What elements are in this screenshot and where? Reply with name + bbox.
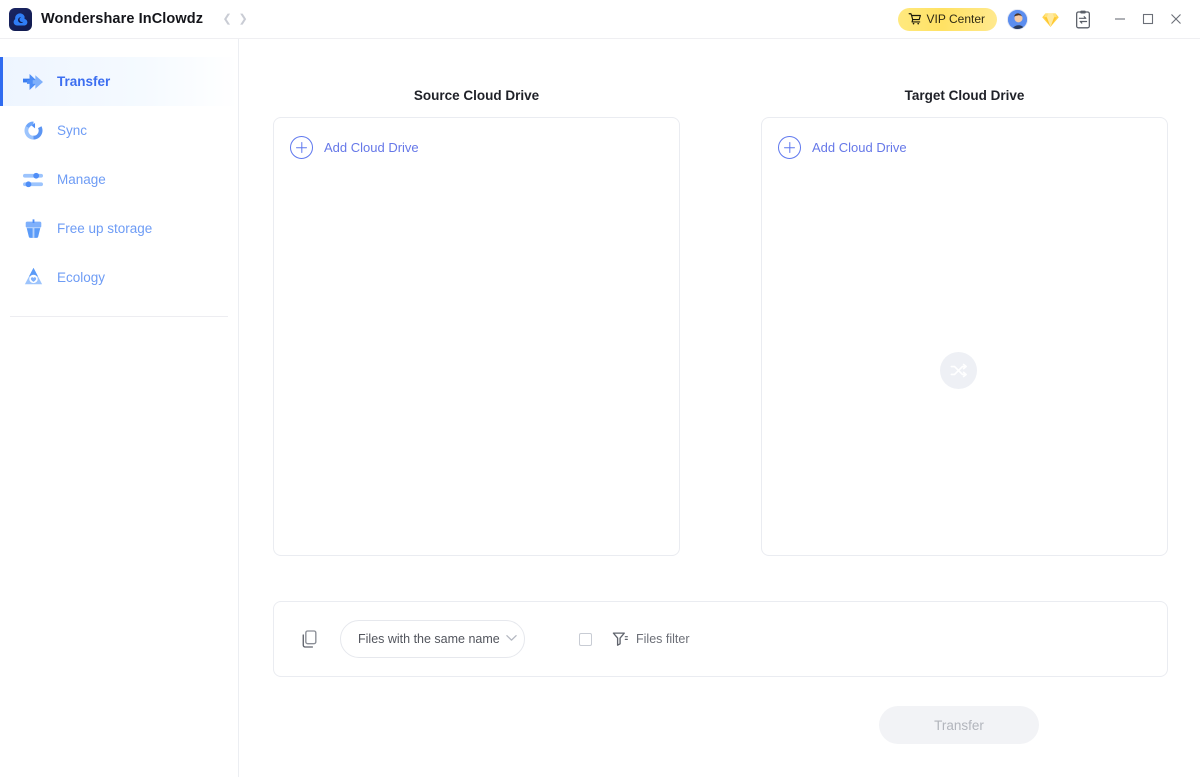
plus-circle-icon — [778, 136, 801, 159]
diamond-gem-icon[interactable] — [1037, 6, 1063, 32]
add-source-drive-label: Add Cloud Drive — [324, 140, 419, 155]
target-panel-title: Target Cloud Drive — [904, 88, 1025, 103]
duplicate-handling-value: Files with the same name — [358, 632, 500, 646]
duplicate-handling-select[interactable]: Files with the same name — [340, 620, 525, 658]
app-title: Wondershare InClowdz — [41, 11, 204, 27]
main-content: Source Cloud Drive Add Cloud Drive Targe… — [239, 39, 1200, 777]
app-window: Wondershare InClowdz ❮ ❯ VIP Center Tran… — [0, 0, 1200, 777]
title-bar: Wondershare InClowdz ❮ ❯ VIP Center — [0, 0, 1200, 39]
sidebar-item-label: Manage — [57, 172, 106, 187]
app-logo-icon — [9, 7, 32, 31]
add-target-drive-label: Add Cloud Drive — [812, 140, 907, 155]
vip-center-label: VIP Center — [926, 12, 985, 26]
sidebar-item-label: Sync — [57, 123, 88, 138]
add-target-cloud-drive-button[interactable]: Add Cloud Drive — [778, 136, 1167, 159]
swap-drives-button[interactable] — [940, 352, 977, 389]
nav-back-icon[interactable]: ❮ — [220, 9, 234, 29]
vip-center-button[interactable]: VIP Center — [897, 7, 997, 31]
history-nav: ❮ ❯ — [220, 9, 250, 29]
add-source-cloud-drive-button[interactable]: Add Cloud Drive — [290, 136, 679, 159]
copy-files-icon — [300, 629, 320, 649]
broom-cleanup-icon — [20, 216, 46, 242]
close-icon[interactable] — [1162, 5, 1190, 33]
files-filter-group[interactable]: Files filter — [579, 631, 689, 647]
ecology-leaf-icon — [20, 265, 46, 291]
filter-options-bar: Files with the same name Files filter — [273, 601, 1168, 677]
chevron-down-icon — [506, 634, 517, 645]
sidebar: Transfer Sync Manage Free up storage Eco… — [0, 39, 239, 777]
avatar-image — [1006, 8, 1028, 30]
plus-circle-icon — [290, 136, 313, 159]
sidebar-item-free-up-storage[interactable]: Free up storage — [0, 204, 238, 253]
files-filter-checkbox[interactable] — [579, 632, 592, 646]
sidebar-item-label: Ecology — [57, 270, 106, 285]
swap-shuffle-icon — [949, 361, 968, 380]
sidebar-item-transfer[interactable]: Transfer — [0, 57, 238, 106]
target-drive-panel[interactable]: Add Cloud Drive — [761, 117, 1168, 556]
nav-forward-icon[interactable]: ❯ — [236, 9, 250, 29]
minimize-icon[interactable] — [1106, 5, 1134, 33]
sidebar-item-manage[interactable]: Manage — [0, 155, 238, 204]
sync-circular-icon — [20, 118, 46, 144]
shopping-cart-icon — [908, 12, 922, 26]
target-panel-column: Target Cloud Drive Add Cloud Drive — [761, 39, 1168, 556]
sidebar-divider — [10, 316, 228, 317]
maximize-icon[interactable] — [1134, 5, 1162, 33]
source-panel-title: Source Cloud Drive — [413, 88, 540, 103]
files-filter-label: Files filter — [636, 632, 690, 646]
user-avatar[interactable] — [1004, 6, 1030, 32]
sidebar-item-ecology[interactable]: Ecology — [0, 253, 238, 302]
transfer-button[interactable]: Transfer — [879, 706, 1039, 744]
funnel-filter-icon — [612, 631, 628, 647]
manage-sliders-icon — [20, 167, 46, 193]
clipboard-transfer-icon[interactable] — [1070, 6, 1096, 32]
sidebar-item-sync[interactable]: Sync — [0, 106, 238, 155]
sidebar-item-label: Transfer — [57, 74, 111, 89]
sidebar-item-label: Free up storage — [57, 221, 153, 236]
source-drive-panel[interactable]: Add Cloud Drive — [273, 117, 680, 556]
cloud-drive-panels: Source Cloud Drive Add Cloud Drive Targe… — [239, 39, 1200, 556]
source-panel-column: Source Cloud Drive Add Cloud Drive — [273, 39, 680, 556]
app-body: Transfer Sync Manage Free up storage Eco… — [0, 39, 1200, 777]
window-controls — [1106, 5, 1190, 33]
transfer-arrows-icon — [20, 69, 46, 95]
